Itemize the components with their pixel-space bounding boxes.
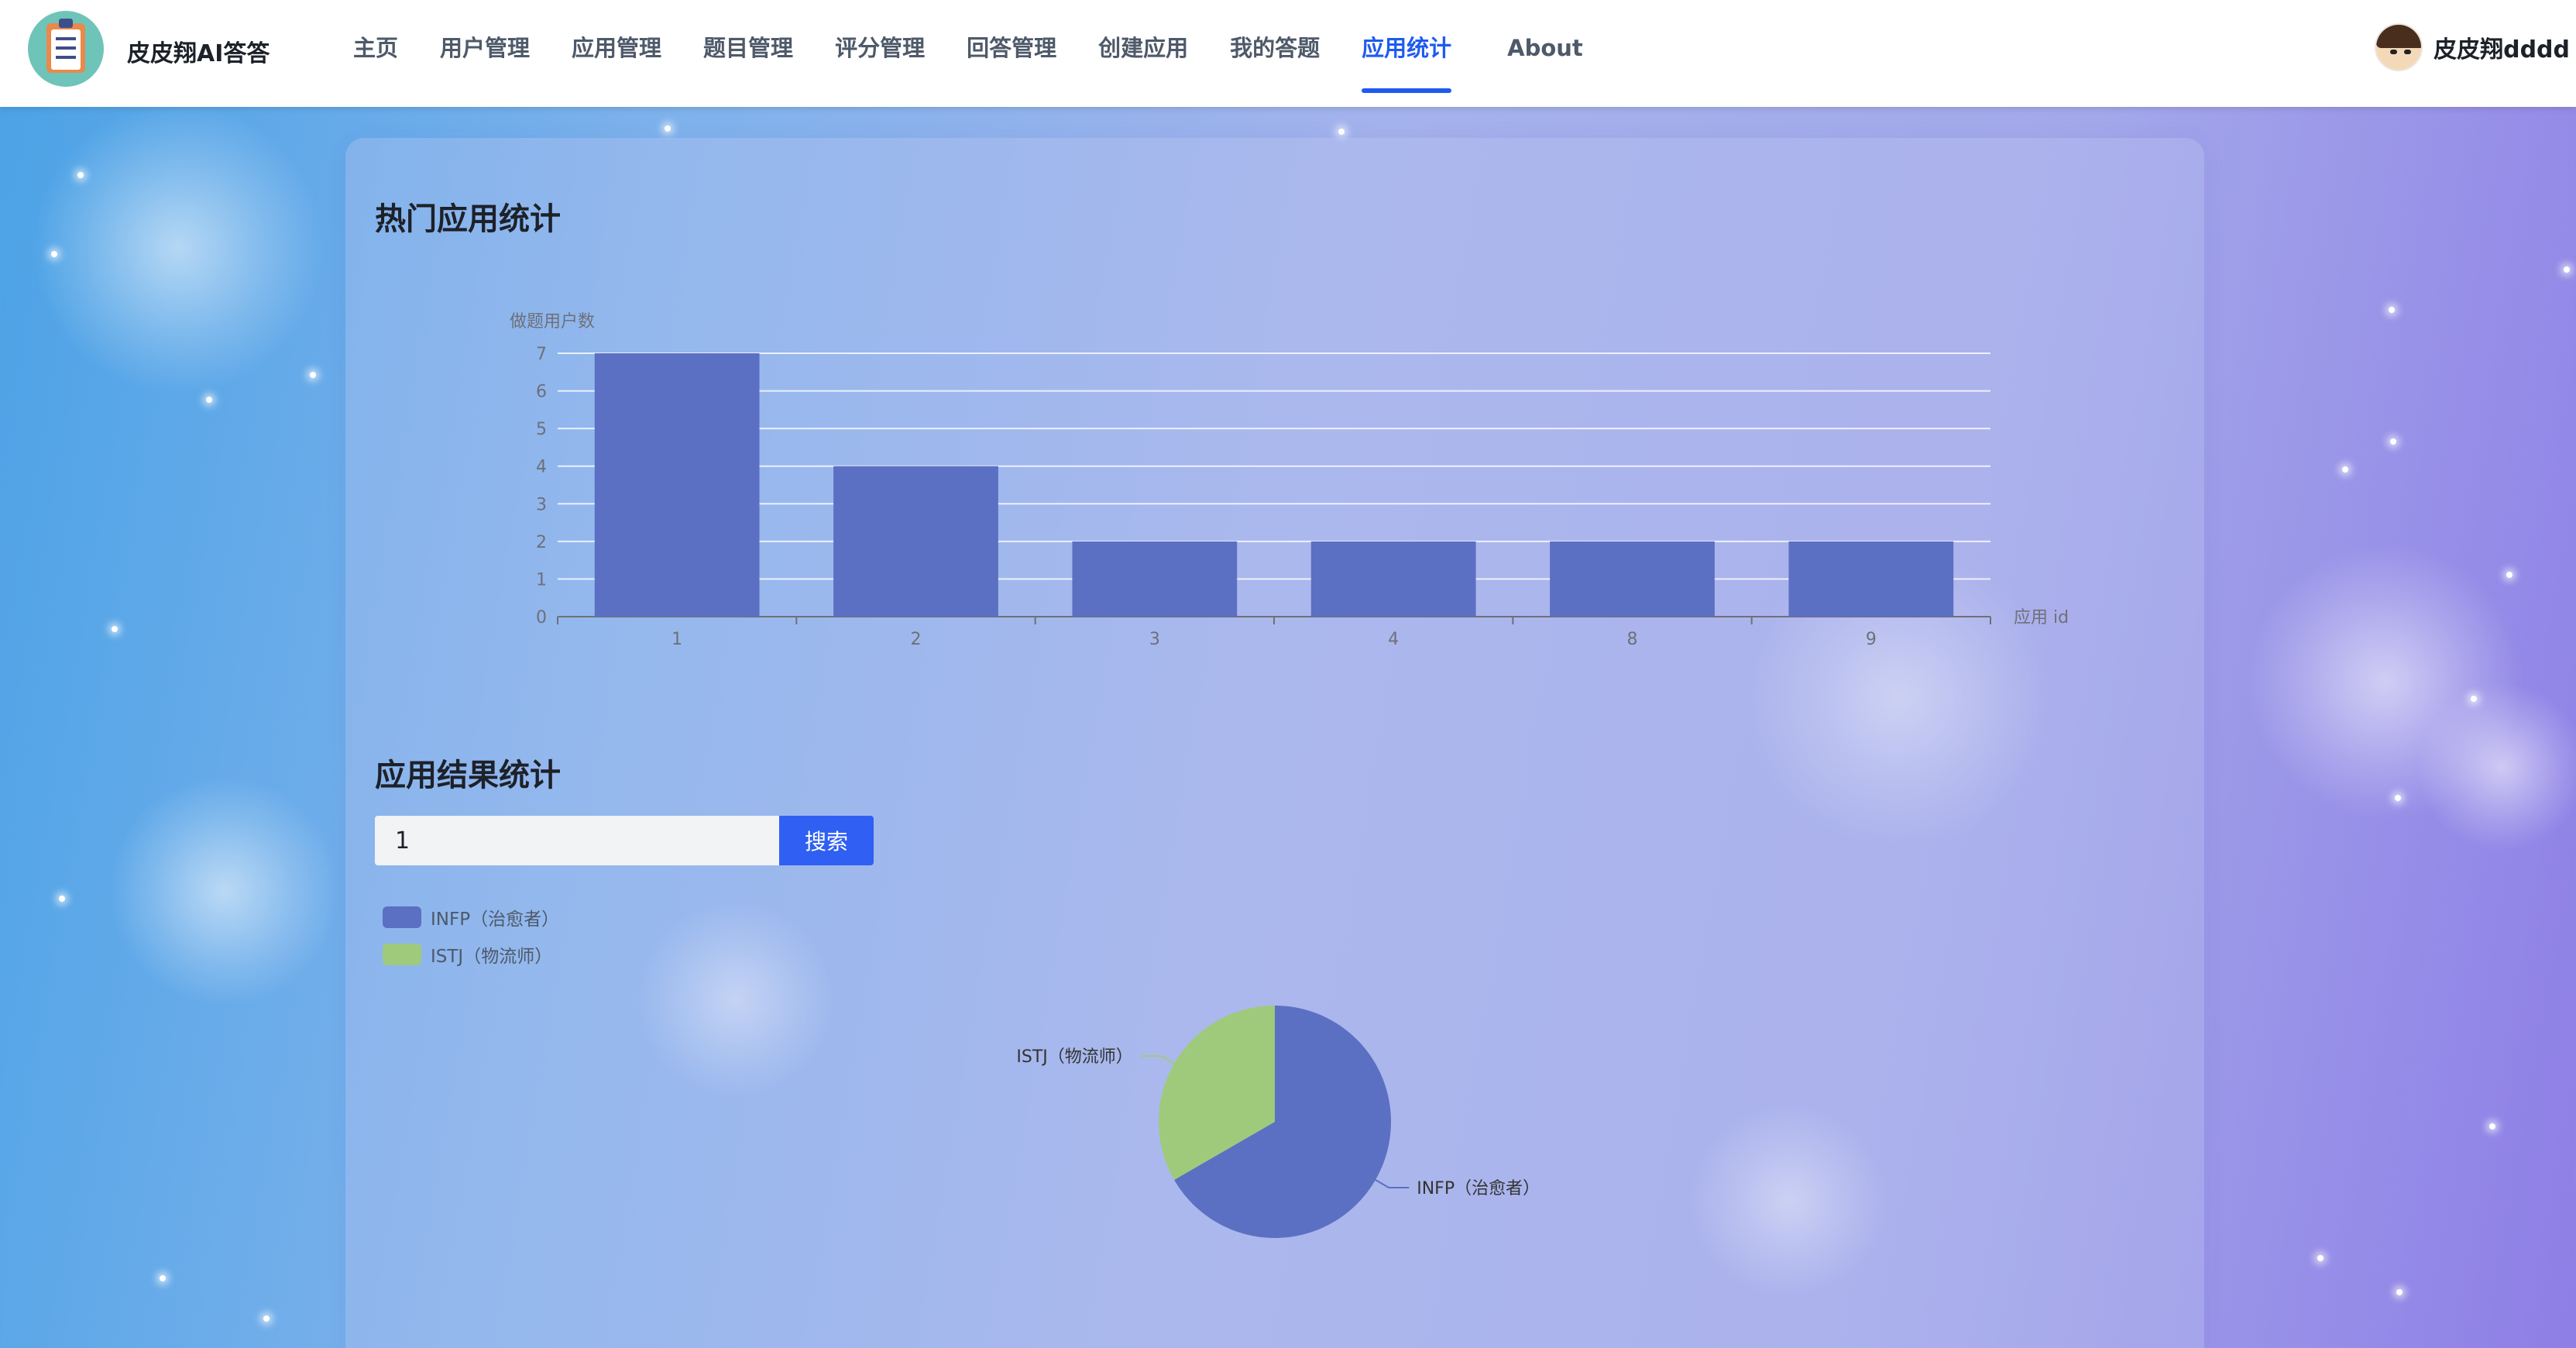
y-tick-label: 3 <box>536 495 547 514</box>
background-sparkle <box>1338 129 1345 135</box>
app-search-form: 搜索 <box>375 816 874 865</box>
legend-item-istj[interactable]: ISTJ（物流师） <box>383 936 559 973</box>
x-axis-label: 应用 id <box>2014 608 2069 628</box>
background-sparkle <box>2317 1255 2324 1261</box>
background-sparkle <box>206 397 212 403</box>
background-sparkle <box>112 626 118 632</box>
background-sparkle <box>2564 267 2570 273</box>
nav-item-about[interactable]: About <box>1507 0 1583 107</box>
pie-legend: INFP（治愈者） ISTJ（物流师） <box>383 899 559 973</box>
app-logo-icon[interactable] <box>28 11 104 87</box>
nav-item-user-management[interactable]: 用户管理 <box>440 0 530 107</box>
background-sparkle <box>160 1275 166 1281</box>
background-sparkle <box>2471 696 2477 702</box>
pie-label-line <box>1140 1055 1175 1064</box>
background-bokeh <box>31 101 325 395</box>
bar-app-1 <box>594 353 760 617</box>
bar-app-4 <box>1310 541 1476 617</box>
top-navigation-bar: 皮皮翔AI答答 主页 用户管理 应用管理 题目管理 评分管理 回答管理 创建应用… <box>0 0 2576 107</box>
x-tick-label: 2 <box>911 630 922 649</box>
avatar[interactable] <box>2375 23 2423 71</box>
legend-swatch-istj <box>383 944 421 965</box>
x-tick-label: 8 <box>1627 630 1638 649</box>
bar-app-9 <box>1788 541 1954 617</box>
y-tick-label: 5 <box>536 420 547 439</box>
background-sparkle <box>2506 572 2512 578</box>
hot-apps-title: 热门应用统计 <box>375 201 561 237</box>
app-results-title: 应用结果统计 <box>375 758 561 793</box>
nav-item-scoring-management[interactable]: 评分管理 <box>835 0 925 107</box>
username[interactable]: 皮皮翔dddd <box>2433 30 2570 64</box>
x-tick-label: 1 <box>671 630 682 649</box>
background-sparkle <box>2389 307 2395 313</box>
background-bokeh <box>108 775 341 1007</box>
pie-label-line <box>1375 1179 1410 1188</box>
nav-item-app-management[interactable]: 应用管理 <box>572 0 661 107</box>
bar-app-3 <box>1072 541 1238 617</box>
legend-item-infp[interactable]: INFP（治愈者） <box>383 899 559 936</box>
nav-item-my-answers[interactable]: 我的答题 <box>1230 0 1320 107</box>
background-sparkle <box>51 251 57 257</box>
app-id-search-input[interactable] <box>375 816 779 865</box>
legend-label-infp: INFP（治愈者） <box>431 910 560 930</box>
background-sparkle <box>77 172 84 178</box>
background-sparkle <box>2342 466 2348 473</box>
legend-swatch-infp <box>383 906 421 928</box>
background-sparkle <box>2396 1289 2403 1295</box>
nav-item-create-app[interactable]: 创建应用 <box>1098 0 1188 107</box>
y-axis-label: 做题用户数 <box>510 312 595 332</box>
y-tick-label: 0 <box>536 608 547 628</box>
legend-label-istj: ISTJ（物流师） <box>431 947 553 967</box>
background-sparkle <box>310 372 316 378</box>
background-sparkle <box>2395 795 2401 801</box>
background-sparkle <box>263 1315 270 1322</box>
pie-slice-label: ISTJ（物流师） <box>1016 1047 1132 1067</box>
y-tick-label: 2 <box>536 533 547 552</box>
nav-item-app-statistics[interactable]: 应用统计 <box>1362 0 1452 107</box>
main-menu: 主页 用户管理 应用管理 题目管理 评分管理 回答管理 创建应用 我的答题 应用… <box>353 0 1583 107</box>
background-sparkle <box>665 126 671 132</box>
background-bokeh <box>2246 542 2525 821</box>
search-button[interactable]: 搜索 <box>779 816 874 865</box>
user-menu[interactable]: 皮皮翔dddd <box>2375 20 2570 74</box>
background-sparkle <box>2489 1123 2495 1130</box>
y-tick-label: 6 <box>536 383 547 402</box>
bar-app-2 <box>833 466 998 617</box>
app-name[interactable]: 皮皮翔AI答答 <box>127 34 270 68</box>
app-results-pie-chart: INFP（治愈者） ISTJ（物流师） <box>1016 1006 1540 1238</box>
y-tick-label: 4 <box>536 458 547 477</box>
y-tick-label: 1 <box>536 570 547 590</box>
background-sparkle <box>59 896 65 902</box>
x-tick-label: 9 <box>1866 630 1877 649</box>
hot-apps-bar-chart: 做题用户数 0 1 2 3 4 5 6 7 1 2 3 4 8 9 应用 id <box>510 312 2069 649</box>
bar-app-8 <box>1550 541 1715 617</box>
nav-item-question-management[interactable]: 题目管理 <box>703 0 793 107</box>
background-sparkle <box>2390 438 2396 445</box>
x-tick-label: 3 <box>1149 630 1160 649</box>
nav-item-home[interactable]: 主页 <box>353 0 398 107</box>
nav-item-answer-management[interactable]: 回答管理 <box>967 0 1056 107</box>
y-tick-label: 7 <box>536 345 547 364</box>
x-tick-label: 4 <box>1388 630 1399 649</box>
background-bokeh <box>2416 682 2576 852</box>
pie-slice-label: INFP（治愈者） <box>1417 1179 1540 1198</box>
